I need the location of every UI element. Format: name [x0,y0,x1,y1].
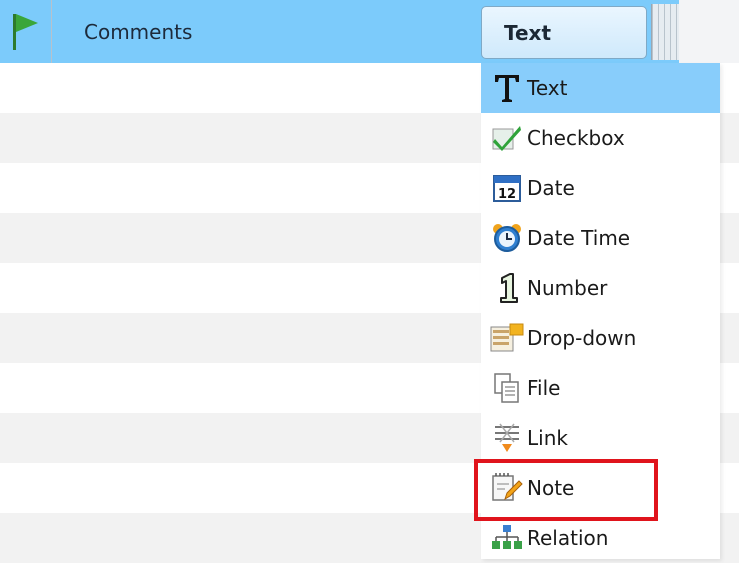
menu-item-label: Number [527,276,608,300]
hierarchy-icon [489,520,525,556]
note-highlight-annotation [474,459,658,521]
number-one-icon [489,270,525,306]
menu-item-label: File [527,376,561,400]
file-copy-icon [489,370,525,406]
menu-item-file[interactable]: File [481,363,720,413]
right-pane [679,0,739,63]
calendar-icon: 12 [489,170,525,206]
menu-item-date[interactable]: 12 Date [481,163,720,213]
comments-column-label: Comments [84,20,193,44]
menu-item-number[interactable]: Number [481,263,720,313]
checkmark-icon [489,120,525,156]
svg-text:12: 12 [498,187,516,202]
link-icon [489,420,525,456]
menu-item-drop-down[interactable]: Drop-down [481,313,720,363]
menu-item-text[interactable]: Text [481,63,720,113]
menu-item-label: Drop-down [527,326,637,350]
menu-item-label: Link [527,426,568,450]
field-type-button-label: Text [504,21,552,45]
grid-header: Comments Text [0,0,739,63]
menu-item-label: Text [527,76,568,100]
menu-item-label: Date Time [527,226,631,250]
field-type-dropdown-button[interactable]: Text [481,6,647,59]
menu-item-label: Date [527,176,575,200]
flag-sheet [16,14,38,32]
flag-column-header[interactable] [0,0,52,63]
menu-item-checkbox[interactable]: Checkbox [481,113,720,163]
text-type-icon [489,70,525,106]
menu-item-link[interactable]: Link [481,413,720,463]
menu-item-date-time[interactable]: Date Time [481,213,720,263]
alarm-clock-icon [489,220,525,256]
menu-item-label: Checkbox [527,126,625,150]
menu-item-label: Relation [527,526,609,550]
column-resize-handle[interactable] [651,4,680,60]
dropdown-list-icon [489,320,525,356]
